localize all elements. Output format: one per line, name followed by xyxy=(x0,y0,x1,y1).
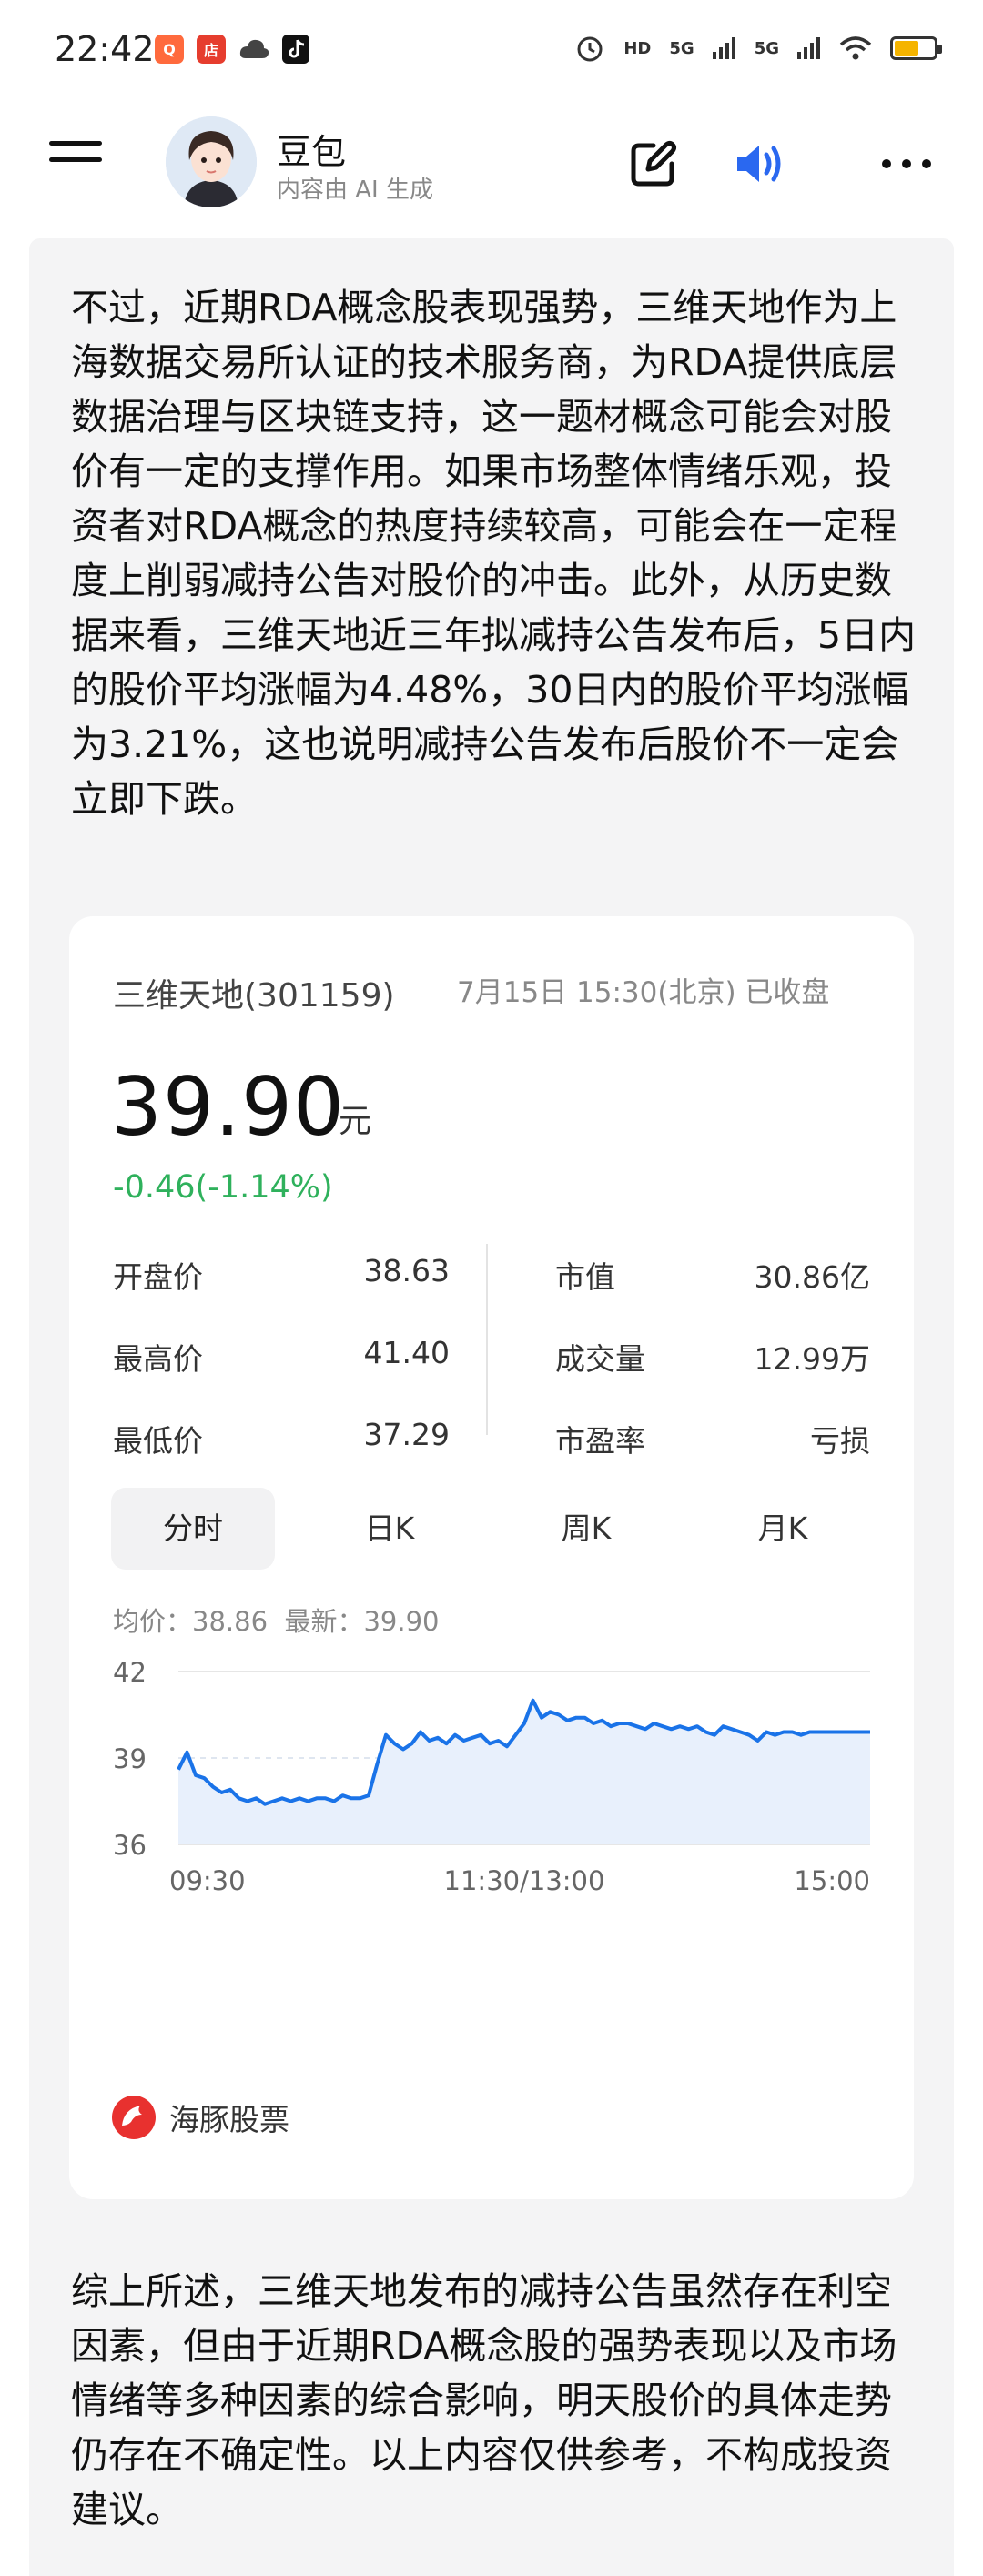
bot-name: 豆包 xyxy=(277,132,347,172)
menu-icon-bar xyxy=(49,141,102,146)
y-tick-label: 39 xyxy=(113,1743,147,1774)
stock-card[interactable]: 三维天地(301159) 7月15日 15:30(北京) 已收盘 39.90 元… xyxy=(69,916,914,2199)
x-tick-label: 11:30/13:00 xyxy=(444,1865,605,1896)
intraday-chart[interactable]: 42 39 36 09:30 11:30/13:00 15:00 xyxy=(69,1644,914,2063)
y-tick-label: 42 xyxy=(113,1657,147,1688)
menu-button[interactable] xyxy=(49,141,102,177)
open-label: 开盘价 xyxy=(113,1259,203,1295)
volume-label: 成交量 xyxy=(555,1341,645,1377)
answer-paragraph-2: 综上所述，三维天地发布的减持公告虽然存在利空因素，但由于近期RDA概念股的强势表… xyxy=(71,2269,897,2531)
avatar-icon xyxy=(166,116,257,207)
open-value: 38.63 xyxy=(363,1253,450,1288)
answer-paragraph-1: 不过，近期RDA概念股表现强势，三维天地作为上海数据交易所认证的技术服务商，为R… xyxy=(71,286,917,821)
high-label: 最高价 xyxy=(113,1341,203,1377)
market-cap-value: 30.86亿 xyxy=(754,1259,870,1295)
x-tick-label: 09:30 xyxy=(169,1865,246,1896)
chart-tabs: 分时 日K 周K 月K xyxy=(111,1488,876,1570)
signal-bars-icon xyxy=(712,37,735,59)
tab-daily-k[interactable]: 日K xyxy=(308,1488,471,1570)
data-source-brand[interactable]: 海豚股票 xyxy=(111,2090,289,2145)
system-status-icons: HD 5G 5G xyxy=(574,33,942,64)
signal-bars-icon xyxy=(797,37,820,59)
status-time: 22:42 xyxy=(55,29,155,69)
menu-icon-bar xyxy=(49,157,102,162)
shop-notification-icon: 店 xyxy=(197,35,226,64)
stock-stats: 开盘价 38.63 最高价 41.40 最低价 37.29 市值 30.86亿 … xyxy=(113,1235,870,1459)
avg-latest-line: 均价：38.86 最新：39.90 xyxy=(113,1601,440,1639)
high-value: 41.40 xyxy=(363,1335,450,1370)
bot-avatar[interactable] xyxy=(166,116,257,207)
more-options-icon[interactable] xyxy=(879,136,934,191)
tab-monthly-k[interactable]: 月K xyxy=(701,1488,865,1570)
battery-icon xyxy=(890,36,942,60)
dolphin-logo-icon xyxy=(112,2096,156,2139)
volume-value: 12.99万 xyxy=(754,1341,870,1377)
price-change: -0.46(-1.14%) xyxy=(113,1169,333,1206)
wifi-icon xyxy=(839,36,872,60)
low-label: 最低价 xyxy=(113,1423,203,1459)
speaker-icon[interactable] xyxy=(732,136,786,191)
x-tick-label: 15:00 xyxy=(794,1865,870,1896)
latest-price-label: 最新：39.90 xyxy=(284,1606,440,1637)
stats-divider xyxy=(486,1244,488,1435)
hd-label: HD xyxy=(623,38,652,58)
status-bar: 22:42 Q 店 HD 5G 5G xyxy=(0,0,983,100)
market-cap-label: 市值 xyxy=(555,1259,615,1295)
signal-1-label: 5G xyxy=(669,38,694,58)
chat-header: 豆包 内容由 AI 生成 xyxy=(0,100,983,237)
brand-name: 海豚股票 xyxy=(169,2102,289,2137)
avg-price-label: 均价：38.86 xyxy=(113,1606,269,1637)
pe-value: 亏损 xyxy=(810,1423,870,1459)
tab-intraday[interactable]: 分时 xyxy=(111,1488,275,1570)
notification-icons: Q 店 xyxy=(155,35,309,64)
alarm-icon xyxy=(577,36,603,62)
new-chat-icon[interactable] xyxy=(626,136,681,191)
tab-weekly-k[interactable]: 周K xyxy=(504,1488,668,1570)
price-currency: 元 xyxy=(339,1103,372,1140)
answer-panel: 不过，近期RDA概念股表现强势，三维天地作为上海数据交易所认证的技术服务商，为R… xyxy=(29,238,954,2576)
cloud-icon xyxy=(239,39,269,58)
ai-generated-notice: 内容由 AI 生成 xyxy=(277,177,433,204)
stock-price: 39.90 xyxy=(111,1060,345,1154)
app-notification-icon: Q xyxy=(155,35,184,64)
signal-2-label: 5G xyxy=(754,38,779,58)
low-value: 37.29 xyxy=(363,1417,450,1452)
stock-time-status: 7月15日 15:30(北京) 已收盘 xyxy=(457,976,830,1009)
y-tick-label: 36 xyxy=(113,1830,147,1861)
pe-label: 市盈率 xyxy=(555,1423,645,1459)
stock-name: 三维天地(301159) xyxy=(113,977,395,1015)
tiktok-icon xyxy=(282,35,309,64)
